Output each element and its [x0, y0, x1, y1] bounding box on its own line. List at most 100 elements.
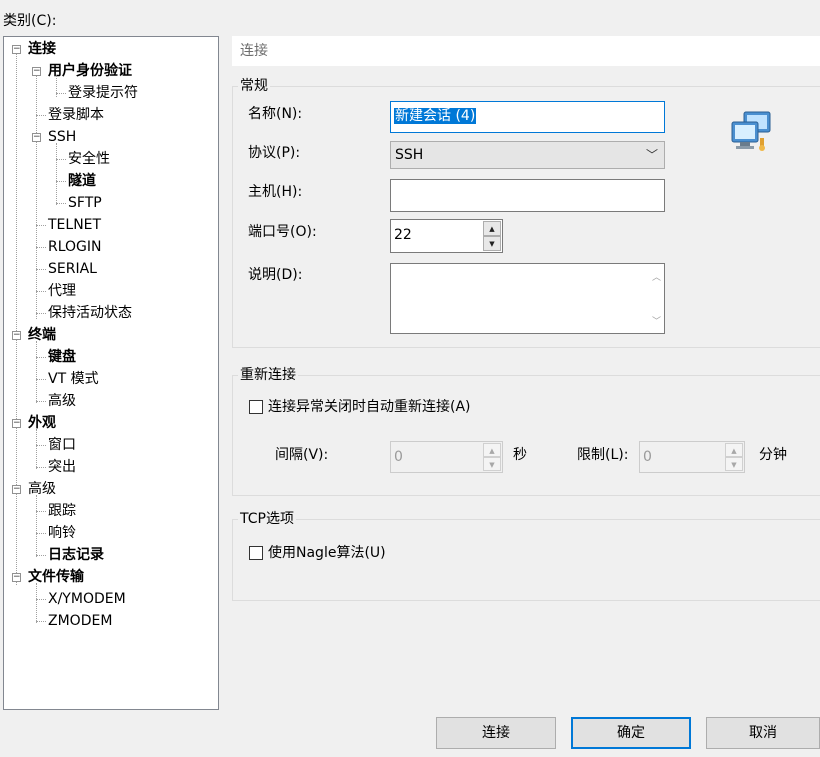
collapse-toggle-icon[interactable]: −: [12, 485, 21, 494]
limit-label: 限制(L):: [577, 447, 629, 463]
tree-item-appearance[interactable]: 外观: [28, 413, 56, 433]
description-scrollbar[interactable]: ︿ ﹀: [648, 264, 664, 333]
tree-item-serial[interactable]: SERIAL: [48, 259, 97, 279]
category-label: 类别(C):: [3, 13, 57, 29]
interval-unit: 秒: [513, 447, 527, 463]
tree-item-sftp[interactable]: SFTP: [68, 193, 102, 213]
tree-line: [36, 247, 46, 248]
nagle-checkbox[interactable]: [249, 546, 263, 560]
collapse-toggle-icon[interactable]: −: [12, 573, 21, 582]
tree-item-keepalive[interactable]: 保持活动状态: [48, 303, 132, 323]
tree-item-login-prompts[interactable]: 登录提示符: [68, 83, 138, 103]
tree-line: [36, 511, 46, 512]
tree-line: [36, 401, 46, 402]
tree-item-file-transfer[interactable]: 文件传输: [28, 567, 84, 587]
spin-up-icon[interactable]: ▲: [725, 443, 743, 457]
collapse-toggle-icon[interactable]: −: [12, 45, 21, 54]
tree-line: [36, 555, 46, 556]
tree-line: [36, 583, 37, 623]
tree-line: [36, 291, 46, 292]
nagle-label[interactable]: 使用Nagle算法(U): [268, 544, 386, 562]
protocol-value: SSH: [395, 147, 424, 163]
tree-line: [36, 75, 37, 319]
tree-item-proxy[interactable]: 代理: [48, 281, 76, 301]
tree-line: [56, 93, 66, 94]
host-field[interactable]: [390, 179, 665, 212]
tree-item-connection[interactable]: 连接: [28, 39, 56, 59]
tree-line: [36, 269, 46, 270]
tree-line: [16, 53, 17, 585]
name-value: 新建会话 (4): [394, 108, 477, 124]
collapse-toggle-icon[interactable]: −: [12, 331, 21, 340]
tree-item-logging[interactable]: 日志记录: [48, 545, 104, 565]
tree-item-zmodem[interactable]: ZMODEM: [48, 611, 112, 631]
tree-line: [56, 181, 66, 182]
tree-item-tunnel[interactable]: 隧道: [68, 171, 96, 191]
tree-item-xymodem[interactable]: X/YMODEM: [48, 589, 126, 609]
tree-item-window[interactable]: 窗口: [48, 435, 76, 455]
protocol-label: 协议(P):: [248, 145, 301, 161]
spin-down-icon[interactable]: ▼: [483, 236, 501, 251]
limit-spinner[interactable]: 0 ▲ ▼: [639, 441, 745, 473]
reconnect-group-title: 重新连接: [238, 366, 298, 384]
name-label: 名称(N):: [248, 106, 303, 122]
interval-spinner[interactable]: 0 ▲ ▼: [390, 441, 503, 473]
name-field[interactable]: 新建会话 (4): [390, 101, 665, 133]
panel-header: 连接: [232, 36, 820, 66]
tree-item-advanced[interactable]: 高级: [28, 479, 56, 499]
protocol-select[interactable]: SSH ﹀: [390, 141, 665, 169]
tree-line: [36, 445, 46, 446]
tree-item-authentication[interactable]: 用户身份验证: [48, 61, 132, 81]
tcp-group-title: TCP选项: [238, 510, 296, 528]
tree-line: [56, 159, 66, 160]
host-label: 主机(H):: [248, 184, 303, 200]
tree-item-login-script[interactable]: 登录脚本: [48, 105, 104, 125]
network-computers-icon: [730, 108, 774, 152]
tree-line: [36, 357, 46, 358]
port-spinner[interactable]: 22 ▲ ▼: [390, 219, 503, 253]
tree-line: [36, 533, 46, 534]
tree-item-telnet[interactable]: TELNET: [48, 215, 101, 235]
tree-item-vt-mode[interactable]: VT 模式: [48, 369, 99, 389]
tree-line: [56, 143, 57, 205]
tree-item-keyboard[interactable]: 键盘: [48, 347, 76, 367]
tree-item-security[interactable]: 安全性: [68, 149, 110, 169]
description-label: 说明(D):: [248, 267, 303, 283]
collapse-toggle-icon[interactable]: −: [32, 133, 41, 142]
auto-reconnect-checkbox[interactable]: [249, 400, 263, 414]
connect-button[interactable]: 连接: [436, 717, 556, 749]
limit-value: 0: [643, 449, 652, 465]
tree-item-trace[interactable]: 跟踪: [48, 501, 76, 521]
category-tree[interactable]: − 连接 − 用户身份验证 登录提示符 登录脚本 − SSH 安全性 隧道 SF…: [3, 36, 219, 710]
tree-item-terminal-advanced[interactable]: 高级: [48, 391, 76, 411]
tree-line: [36, 495, 37, 557]
collapse-toggle-icon[interactable]: −: [12, 419, 21, 428]
tree-line: [56, 203, 66, 204]
spin-up-icon[interactable]: ▲: [483, 443, 501, 457]
tree-line: [36, 599, 46, 600]
description-field[interactable]: ︿ ﹀: [390, 263, 665, 334]
spin-down-icon[interactable]: ▼: [483, 457, 501, 471]
tree-item-ssh[interactable]: SSH: [48, 127, 76, 147]
tree-item-highlight[interactable]: 突出: [48, 457, 76, 477]
collapse-toggle-icon[interactable]: −: [32, 67, 41, 76]
tree-line: [36, 621, 46, 622]
spin-down-icon[interactable]: ▼: [725, 457, 743, 471]
limit-unit: 分钟: [759, 447, 787, 463]
tree-line: [36, 379, 46, 380]
chevron-down-icon: ﹀: [645, 148, 658, 162]
tree-item-bell[interactable]: 响铃: [48, 523, 76, 543]
spin-up-icon[interactable]: ▲: [483, 221, 501, 236]
scroll-down-icon[interactable]: ﹀: [652, 314, 661, 327]
auto-reconnect-label[interactable]: 连接异常关闭时自动重新连接(A): [268, 398, 471, 416]
tree-line: [36, 341, 37, 403]
ok-button[interactable]: 确定: [571, 717, 691, 749]
tree-line: [36, 313, 46, 314]
scroll-up-icon[interactable]: ︿: [652, 270, 661, 283]
general-group-title: 常规: [238, 77, 270, 95]
tree-line: [36, 115, 46, 116]
tree-item-rlogin[interactable]: RLOGIN: [48, 237, 102, 257]
cancel-button[interactable]: 取消: [706, 717, 820, 749]
tree-item-terminal[interactable]: 终端: [28, 325, 56, 345]
reconnect-group: [232, 375, 820, 496]
